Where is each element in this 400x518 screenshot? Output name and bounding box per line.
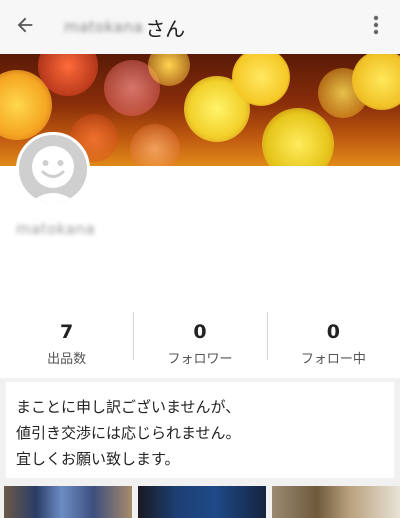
default-avatar-icon [19, 146, 87, 203]
profile-username: matokana [16, 220, 96, 238]
bokeh-light [262, 108, 334, 166]
profile-stats: 7 出品数 0 フォロワー 0 フォロー中 [0, 308, 400, 378]
page-title: matokana さん [64, 0, 185, 54]
overflow-menu-button[interactable] [366, 13, 386, 41]
listing-thumbnails [0, 486, 400, 518]
stat-following-count: 0 [326, 320, 340, 343]
stat-following[interactable]: 0 フォロー中 [266, 308, 400, 378]
stat-following-label: フォロー中 [300, 351, 366, 367]
listing-thumbnail[interactable] [272, 486, 400, 518]
more-vert-icon [373, 15, 379, 39]
header-title-suffix: さん [145, 16, 186, 41]
stat-listings-label: 出品数 [47, 351, 87, 367]
app-header: matokana さん [0, 0, 400, 54]
stat-followers[interactable]: 0 フォロワー [133, 308, 266, 378]
avatar[interactable] [16, 132, 90, 206]
bokeh-light [130, 124, 180, 166]
message-line: 値引き交渉には応じられません。 [16, 424, 241, 442]
message-line: まことに申し訳ございませんが、 [16, 398, 241, 416]
message-line: 宜しくお願い致します。 [16, 450, 180, 468]
stat-listings[interactable]: 7 出品数 [0, 308, 133, 378]
bokeh-light [232, 54, 290, 106]
profile-message: まことに申し訳ございませんが、 値引き交渉には応じられません。 宜しくお願い致し… [6, 382, 394, 478]
back-button[interactable] [0, 0, 50, 54]
stat-followers-label: フォロワー [167, 351, 233, 367]
stat-listings-count: 7 [60, 320, 74, 343]
arrow-left-icon [14, 14, 36, 40]
header-username: matokana [64, 18, 144, 36]
listing-thumbnail[interactable] [4, 486, 132, 518]
listing-thumbnail[interactable] [138, 486, 266, 518]
stat-followers-count: 0 [193, 320, 207, 343]
profile-card: matokana [0, 132, 400, 308]
